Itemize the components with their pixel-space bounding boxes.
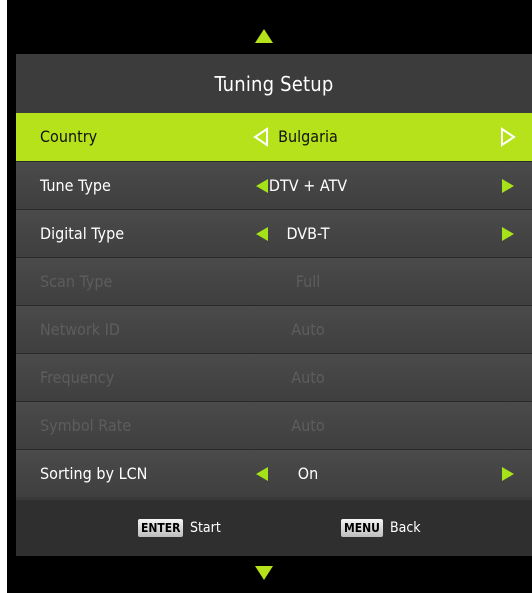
triangle-right-icon[interactable] <box>502 227 514 241</box>
row-label: Sorting by LCN <box>40 464 148 483</box>
row-value: On <box>297 464 319 483</box>
row-label: Tune Type <box>40 176 111 195</box>
menu-row-digital-type[interactable]: Digital Type DVB-T <box>16 209 532 257</box>
row-label: Country <box>40 127 98 146</box>
menu-row-scan-type: Scan Type Full <box>16 257 532 305</box>
triangle-right-icon[interactable] <box>502 179 514 193</box>
start-hint: Start <box>190 520 221 536</box>
row-value: Auto <box>291 320 325 339</box>
menu-row-sorting-by-lcn[interactable]: Sorting by LCN On <box>16 449 532 497</box>
menu-row-symbol-rate: Symbol Rate Auto <box>16 401 532 449</box>
triangle-right-icon[interactable] <box>502 467 514 481</box>
tuning-setup-panel: Tuning Setup Country Bulgaria Tune Type … <box>16 54 532 556</box>
row-label: Scan Type <box>40 272 113 291</box>
row-label: Frequency <box>40 368 115 387</box>
row-value: DVB-T <box>286 224 330 243</box>
enter-key-badge[interactable]: ENTER <box>138 519 184 537</box>
footer-hints: ENTER Start MENU Back <box>16 500 532 556</box>
menu-row-frequency: Frequency Auto <box>16 353 532 401</box>
row-label: Digital Type <box>40 224 125 243</box>
scroll-up-icon[interactable] <box>255 29 273 43</box>
row-value: Bulgaria <box>278 127 338 146</box>
menu-row-network-id: Network ID Auto <box>16 305 532 353</box>
menu-row-tune-type[interactable]: Tune Type DTV + ATV <box>16 161 532 209</box>
scroll-down-icon[interactable] <box>255 566 273 580</box>
row-value: Full <box>295 272 321 291</box>
menu-row-country[interactable]: Country Bulgaria <box>16 113 532 161</box>
row-label: Symbol Rate <box>40 416 132 435</box>
row-value: Auto <box>291 416 325 435</box>
row-label: Network ID <box>40 320 120 339</box>
back-hint: Back <box>390 520 421 536</box>
tv-screen: Tuning Setup Country Bulgaria Tune Type … <box>7 0 532 593</box>
menu-title: Tuning Setup <box>16 54 532 113</box>
triangle-right-icon[interactable] <box>499 127 517 147</box>
row-value: Auto <box>291 368 325 387</box>
row-value: DTV + ATV <box>268 176 348 195</box>
menu-key-badge[interactable]: MENU <box>341 519 383 537</box>
